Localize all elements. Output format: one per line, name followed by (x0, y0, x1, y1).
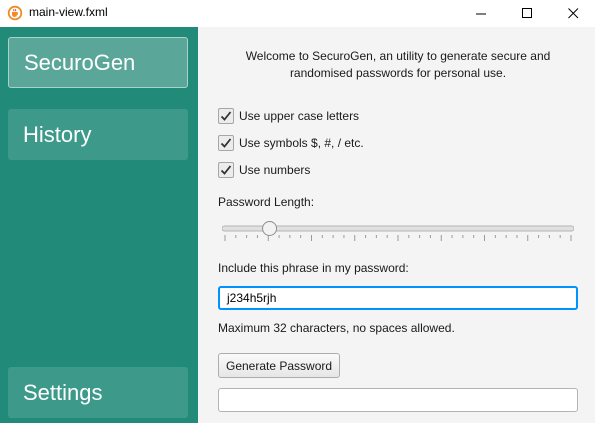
close-button[interactable] (550, 0, 595, 27)
sidebar-item-settings[interactable]: Settings (8, 367, 188, 418)
numbers-option[interactable]: Use numbers (218, 161, 310, 179)
symbols-checkbox[interactable] (218, 135, 234, 151)
uppercase-checkbox[interactable] (218, 108, 234, 124)
welcome-text: Welcome to SecuroGen, an utility to gene… (218, 48, 578, 82)
sidebar-item-securogen[interactable]: SecuroGen (8, 37, 188, 88)
check-icon (220, 138, 232, 148)
phrase-hint: Maximum 32 characters, no spaces allowed… (218, 321, 455, 335)
numbers-checkbox[interactable] (218, 162, 234, 178)
check-icon (220, 111, 232, 121)
close-icon (567, 8, 578, 19)
password-length-label: Password Length: (218, 195, 315, 209)
minimize-button[interactable] (458, 0, 504, 27)
password-length-slider[interactable] (222, 220, 574, 244)
maximize-icon (521, 8, 532, 18)
slider-thumb[interactable] (262, 221, 278, 236)
sidebar: SecuroGen History Settings (0, 27, 198, 423)
maximize-button[interactable] (504, 0, 550, 27)
welcome-line-1: Welcome to SecuroGen, an utility to gene… (245, 49, 551, 63)
java-cup-icon (7, 5, 23, 21)
slider-ticks (224, 235, 572, 241)
welcome-line-2: randomised passwords for personal use. (289, 66, 507, 80)
title-bar: main-view.fxml (0, 0, 595, 27)
symbols-label: Use symbols $, #, / etc. (239, 136, 364, 150)
window-title: main-view.fxml (29, 5, 108, 19)
phrase-input[interactable]: j234h5rjh (218, 286, 578, 310)
check-icon (220, 165, 232, 175)
uppercase-option[interactable]: Use upper case letters (218, 107, 359, 125)
generate-password-button[interactable]: Generate Password (218, 353, 341, 378)
main-panel: Welcome to SecuroGen, an utility to gene… (198, 27, 595, 423)
symbols-option[interactable]: Use symbols $, #, / etc. (218, 134, 364, 152)
numbers-label: Use numbers (239, 163, 311, 177)
minimize-icon (475, 13, 486, 15)
generated-password-field[interactable] (218, 388, 578, 412)
uppercase-label: Use upper case letters (239, 109, 360, 123)
phrase-label: Include this phrase in my password: (218, 261, 409, 275)
sidebar-item-history[interactable]: History (8, 109, 188, 160)
